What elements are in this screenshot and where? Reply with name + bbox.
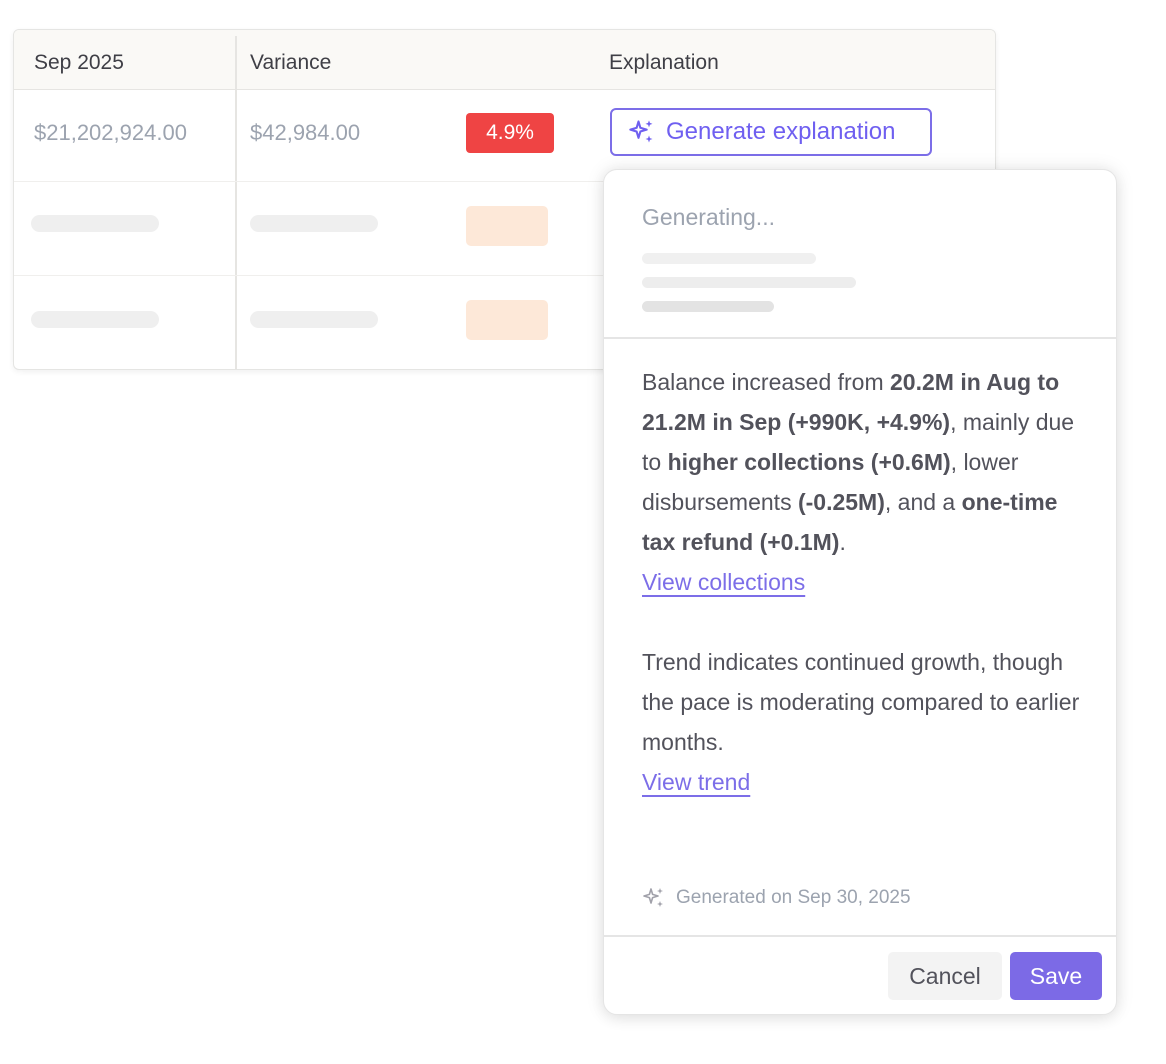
generate-explanation-label: Generate explanation <box>666 118 896 145</box>
view-trend-link[interactable]: View trend <box>642 769 750 795</box>
cancel-button[interactable]: Cancel <box>888 952 1002 1000</box>
column-header-variance: Variance <box>250 51 332 74</box>
column-header-sep-2025: Sep 2025 <box>34 51 124 74</box>
generated-on-meta: Generated on Sep 30, 2025 <box>642 886 911 910</box>
text-run-bold: higher collections (+0.6M) <box>667 449 951 475</box>
skeleton-line <box>642 277 856 288</box>
sparkle-icon <box>629 120 653 143</box>
explanation-paragraph: Balance increased from 20.2M in Aug to 2… <box>642 362 1082 562</box>
divider <box>604 935 1116 937</box>
text-run: . <box>839 529 846 555</box>
skeleton-bar <box>31 215 159 232</box>
generated-on-text: Generated on Sep 30, 2025 <box>676 887 911 908</box>
skeleton-bar <box>250 311 378 328</box>
skeleton-bar <box>250 215 378 232</box>
skeleton-badge <box>466 206 548 246</box>
skeleton-line <box>642 301 774 312</box>
text-run: , and a <box>884 489 962 515</box>
divider <box>604 337 1116 339</box>
explanation-popover: Generating... Balance increased from 20.… <box>603 169 1117 1015</box>
explanation-paragraph: Trend indicates continued growth, though… <box>642 649 1080 755</box>
variance-value-cell: $42,984.00 <box>250 120 361 145</box>
column-divider <box>235 36 237 369</box>
view-collections-link[interactable]: View collections <box>642 569 805 595</box>
sep-value-cell: $21,202,924.00 <box>34 120 187 145</box>
column-header-explanation: Explanation <box>609 51 719 74</box>
generate-explanation-button[interactable]: Generate explanation <box>610 108 932 156</box>
skeleton-line <box>642 253 816 264</box>
variance-percent-badge: 4.9% <box>466 113 554 153</box>
save-button[interactable]: Save <box>1010 952 1102 1000</box>
text-run: Balance increased from <box>642 369 891 395</box>
sparkle-icon <box>643 888 663 907</box>
table-header: Sep 2025 Variance Explanation <box>14 30 995 90</box>
text-run-bold: (-0.25M) <box>797 489 885 515</box>
generating-status: Generating... <box>642 204 775 230</box>
explanation-text: Balance increased from 20.2M in Aug to 2… <box>642 362 1082 802</box>
skeleton-bar <box>31 311 159 328</box>
skeleton-badge <box>466 300 548 340</box>
